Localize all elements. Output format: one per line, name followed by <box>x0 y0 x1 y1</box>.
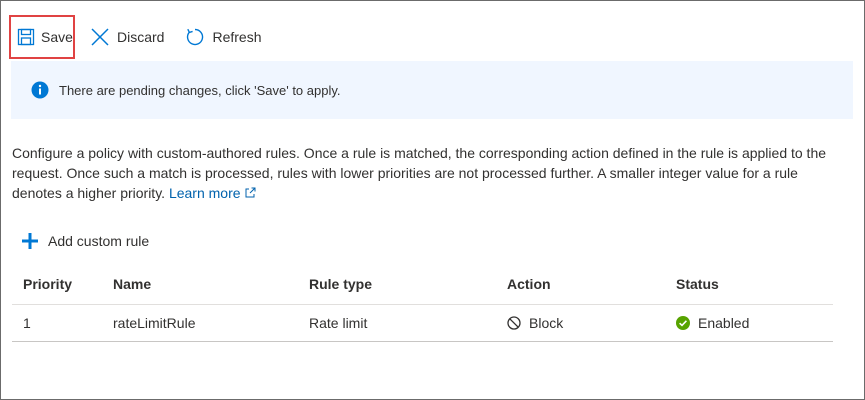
info-icon <box>31 81 49 99</box>
policy-description: Configure a policy with custom-authored … <box>12 143 842 203</box>
description-text: Configure a policy with custom-authored … <box>12 145 827 201</box>
learn-more-label: Learn more <box>168 185 241 201</box>
add-custom-rule-label: Add custom rule <box>48 233 150 249</box>
pending-changes-banner: There are pending changes, click 'Save' … <box>11 61 853 119</box>
column-header-priority[interactable]: Priority <box>12 276 102 292</box>
status-label: Enabled <box>698 315 750 331</box>
refresh-button[interactable]: Refresh <box>178 15 267 59</box>
external-link-icon <box>244 184 256 198</box>
close-icon <box>89 26 111 48</box>
discard-label: Discard <box>117 29 165 45</box>
save-label: Save <box>41 29 73 45</box>
custom-rules-table: Priority Name Rule type Action Status 1 … <box>12 264 833 342</box>
save-icon <box>17 26 35 48</box>
refresh-label: Refresh <box>212 29 262 45</box>
action-label: Block <box>529 315 564 331</box>
save-button[interactable]: Save <box>9 15 75 59</box>
table-row[interactable]: 1 rateLimitRule Rate limit Block Enabled <box>12 305 833 342</box>
learn-more-link[interactable]: Learn more <box>169 185 256 201</box>
block-icon <box>507 316 521 330</box>
waf-custom-rules-panel: Save Discard Refresh There are pending c… <box>0 0 865 400</box>
add-custom-rule-button[interactable]: Add custom rule <box>21 232 149 250</box>
column-header-action[interactable]: Action <box>496 276 665 292</box>
column-header-rule-type[interactable]: Rule type <box>299 276 496 292</box>
cell-rule-type: Rate limit <box>309 315 368 331</box>
column-header-name[interactable]: Name <box>102 276 299 292</box>
banner-message: There are pending changes, click 'Save' … <box>59 82 341 98</box>
command-bar: Save Discard Refresh <box>9 15 268 59</box>
discard-button[interactable]: Discard <box>83 15 170 59</box>
refresh-icon <box>184 26 206 48</box>
cell-name: rateLimitRule <box>113 315 196 331</box>
check-circle-icon <box>676 316 690 330</box>
plus-icon <box>21 232 39 250</box>
cell-priority: 1 <box>23 315 31 331</box>
cell-status: Enabled <box>665 315 833 331</box>
cell-action: Block <box>496 315 665 331</box>
table-header: Priority Name Rule type Action Status <box>12 264 833 305</box>
column-header-status[interactable]: Status <box>665 276 833 292</box>
